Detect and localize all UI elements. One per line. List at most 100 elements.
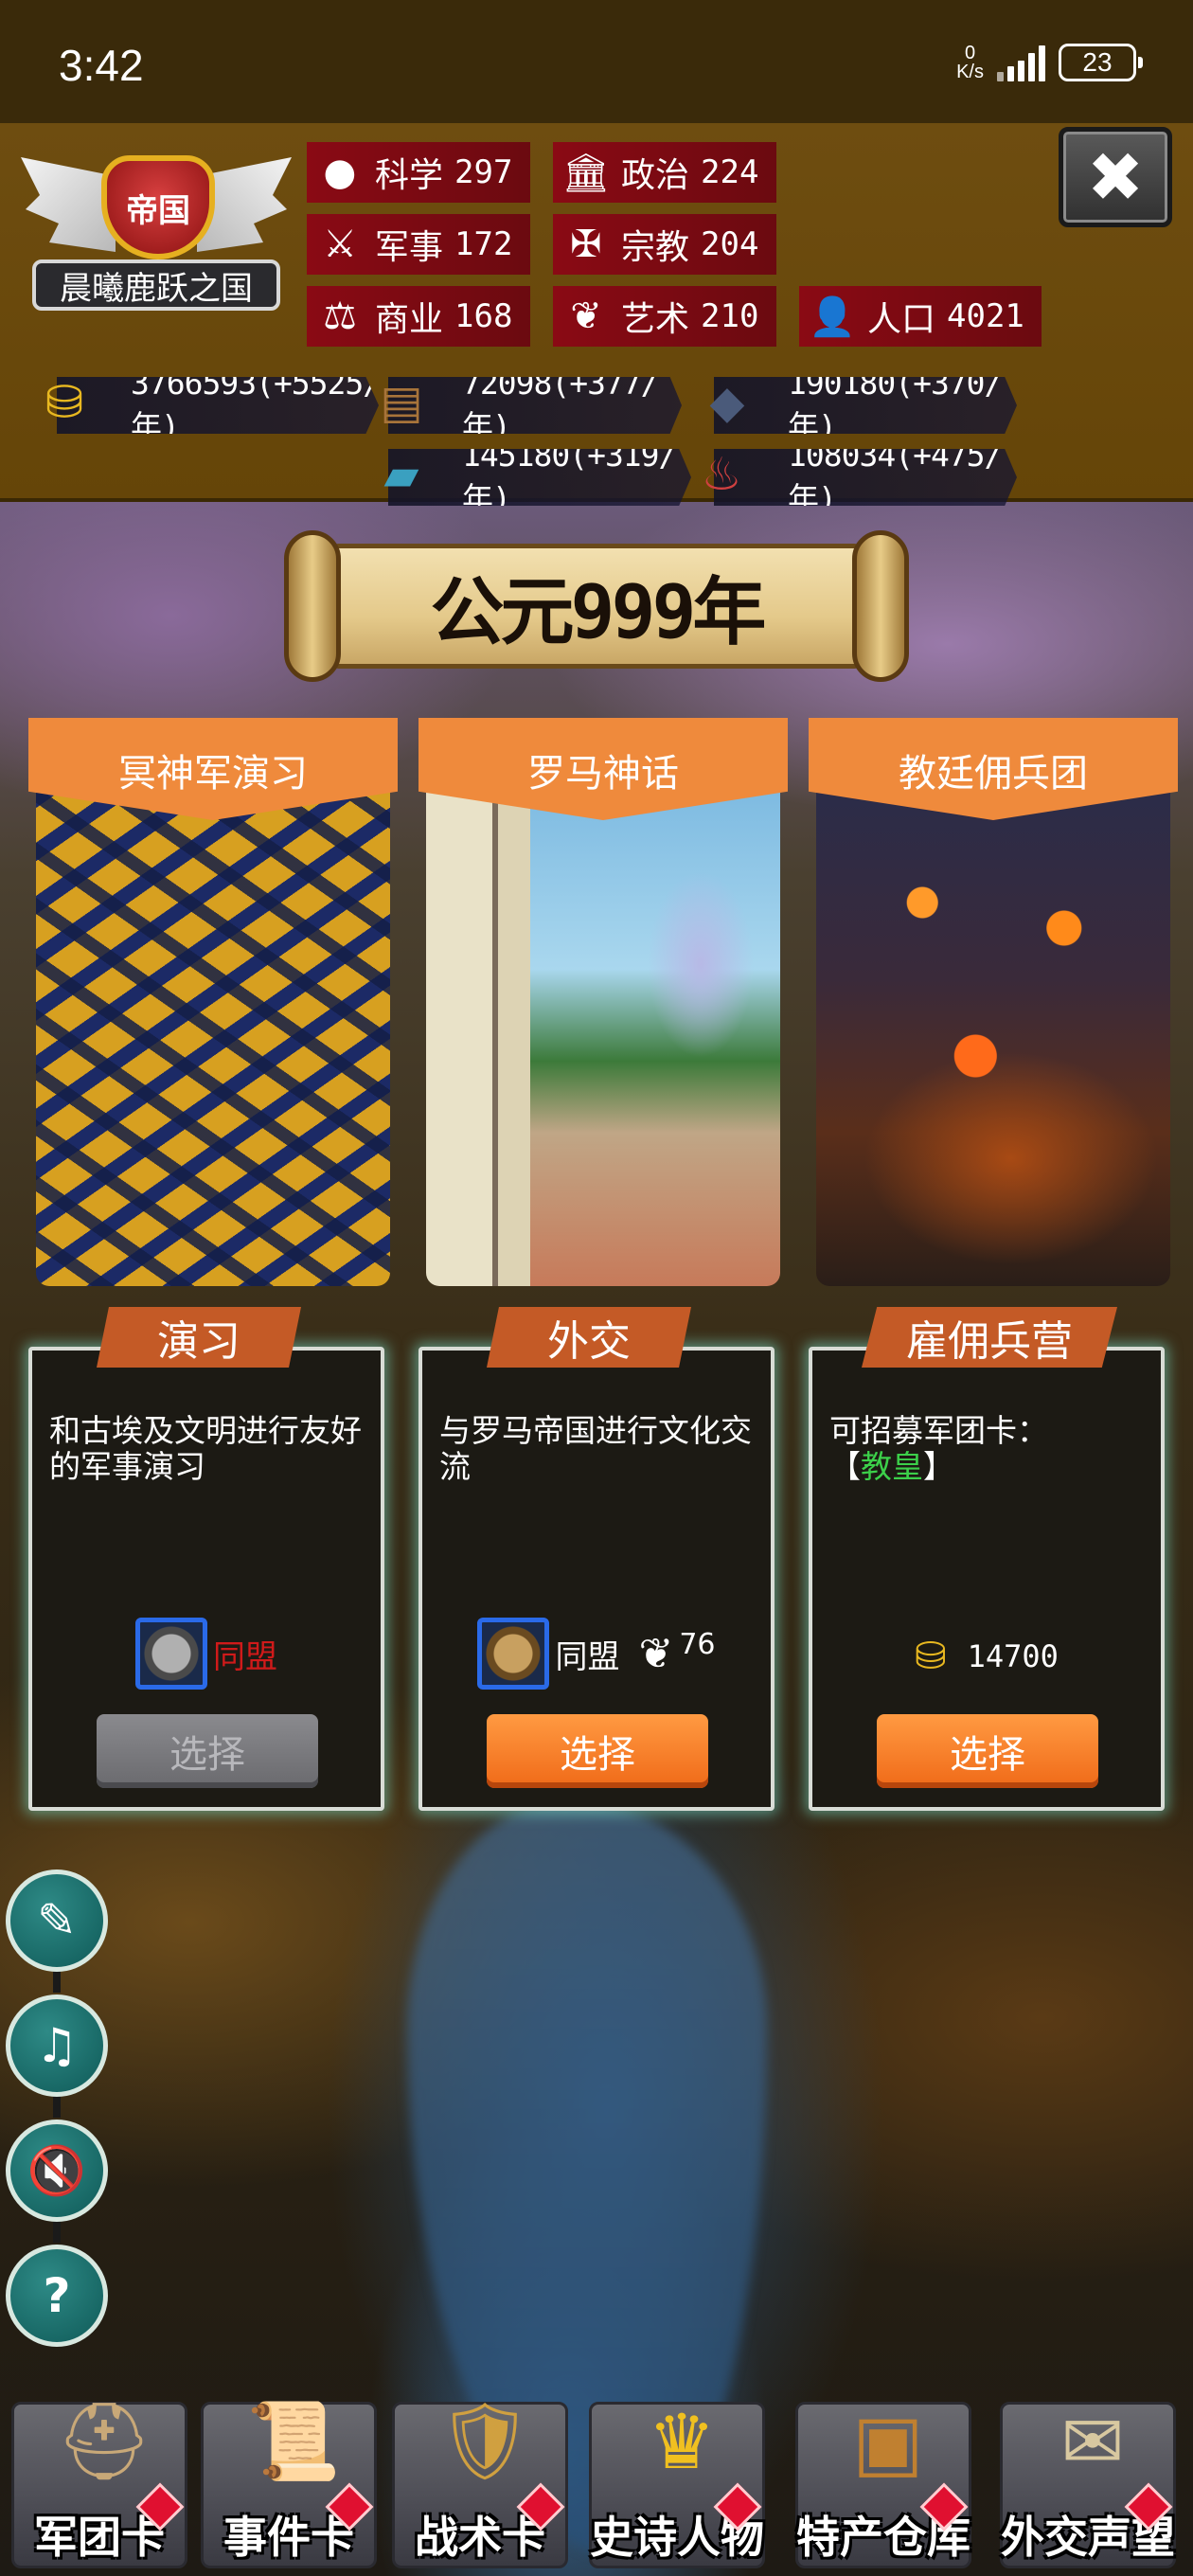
stat-value: 204 [701,225,759,263]
select-button[interactable]: 选择 [487,1714,708,1788]
empire-emblem[interactable]: 帝国 晨曦鹿跃之国 [21,138,292,318]
card-art-legion [36,775,390,1286]
status-time: 3:42 [59,41,144,90]
stat-value: 168 [454,297,513,335]
card-body: 与罗马帝国进行文化交流 同盟 ❦ 76 选择 [418,1347,775,1811]
card-body: 可招募军团卡： 【教皇】 ⛁ 14700 选择 [809,1347,1165,1811]
nav-event-cards[interactable]: 📜 事件卡 [201,2397,377,2568]
government-building-icon: 🏛 [561,151,611,195]
gold-coins-icon: ⛁ [45,376,84,429]
art-cost-value: 76 [679,1627,716,1661]
network-speed: 0 K/s [956,44,984,81]
card-requirement: 同盟 [32,1618,381,1690]
resource-gold[interactable]: 3766593(+5525/年) [57,377,379,434]
close-button[interactable]: ✖ [1059,127,1172,227]
stat-label: 人口 [867,300,936,339]
stat-value: 297 [454,153,513,191]
nav-diplomatic-reputation[interactable]: ✉ 外交声望 [1000,2398,1176,2568]
card-requirement: 同盟 ❦ 76 [422,1618,771,1690]
card-category-tab: 外交 [487,1307,691,1368]
planet-icon: ● [323,151,357,194]
resource-wood-value: 72098(+377/年) [462,364,660,445]
nav-specialty-warehouse[interactable]: ▣ 特产仓库 [795,2398,971,2568]
chain-link [53,2097,61,2118]
nav-tactic-cards[interactable]: 🛡 战术卡 [392,2397,568,2568]
resource-gold-value: 3766593(+5525/年) [131,364,382,445]
sound-toggle-button[interactable]: 🔇 [6,2120,108,2222]
stat-label: 艺术 [621,300,690,339]
chain-link [53,2222,61,2243]
stat-art[interactable]: ❦ 艺术 210 [553,286,776,347]
music-toggle-button[interactable]: ♫ [6,1995,108,2097]
stat-value: 172 [454,225,513,263]
stat-label: 政治 [621,156,690,195]
alliance-emblem-icon [135,1618,207,1690]
chain-link [53,1972,61,1993]
nav-epic-characters[interactable]: ♛ 史诗人物 [589,2398,765,2568]
card-description-text: 可招募军团卡： [829,1412,1048,1449]
card-art-roman-statue [426,775,780,1286]
shield-swords-icon: 🛡 [436,2397,533,2485]
scroll-roll-left [284,530,341,682]
battery-icon: 23 [1059,44,1143,81]
nav-legion-cards[interactable]: ⛑ 军团卡 [11,2397,187,2568]
gold-cost-value: 14700 [967,1638,1059,1674]
document-sign-button[interactable]: ✎ [6,1869,108,1972]
stat-population[interactable]: 👤 人口 4021 [799,286,1042,347]
card-cost: ⛁ 14700 [812,1635,1161,1678]
music-off-icon: ♫ [35,2018,79,2073]
bottom-navigation: ⛑ 军团卡 📜 事件卡 🛡 战术卡 ♛ 史诗人物 ▣ 特产仓库 ✉ 外交声望 [0,2387,1193,2576]
requirement-label: 同盟 [555,1637,620,1676]
year-banner: 公元999年 [284,530,909,682]
envelope-icon: ✉ [1060,2397,1125,2486]
helmet-icon: ⛑ [56,2397,152,2485]
gold-coins-icon: ⛁ [915,1635,947,1678]
card-body: 和古埃及文明进行友好的军事演习 同盟 选择 [28,1347,384,1811]
empire-name: 晨曦鹿跃之国 [32,259,280,311]
recruitable-card-name: 教皇 [861,1448,923,1485]
help-button[interactable]: ? [6,2245,108,2347]
stat-religion[interactable]: ✠ 宗教 204 [553,214,776,275]
battery-level: 23 [1082,47,1113,77]
lotus-icon: ❦ [570,295,602,338]
treasure-chest-icon: ▣ [852,2397,924,2486]
stat-label: 科学 [375,156,444,195]
meat-icon: ♨ [701,448,742,501]
network-speed-value: 0 [964,43,976,63]
card-description: 可招募军团卡： 【教皇】 [829,1413,1151,1485]
stat-label: 商业 [375,300,444,339]
wood-logs-icon: ▤ [380,376,423,429]
iron-ingot-icon: ▰ [383,448,419,501]
status-indicators: 0 K/s 23 [956,44,1143,81]
resource-stone-value: 190180(+370/年) [788,364,1003,445]
bracket-open: 【 [829,1448,861,1485]
select-button[interactable]: 选择 [877,1714,1098,1788]
stat-commerce[interactable]: ⚖ 商业 168 [307,286,530,347]
sound-off-icon: 🔇 [27,2142,87,2198]
resource-header: 帝国 晨曦鹿跃之国 ● 科学 297 🏛 政治 224 ⚔ 军事 172 ✠ 宗… [0,123,1193,506]
crossed-swords-icon: ⚔ [323,223,357,266]
alliance-emblem-icon [477,1618,550,1690]
stat-politics[interactable]: 🏛 政治 224 [553,142,776,203]
card-category-tab: 演习 [97,1307,301,1368]
stone-ore-icon: ◆ [709,376,745,429]
scroll-banner: 公元999年 [331,544,862,669]
status-bar: 3:42 0 K/s 23 [0,0,1193,123]
stat-science[interactable]: ● 科学 297 [307,142,530,203]
bracket-close: 】 [923,1448,954,1485]
resource-food[interactable]: 108034(+475/年) [714,449,1017,506]
cross-icon: ✠ [570,223,602,266]
card-description: 和古埃及文明进行友好的军事演习 [49,1412,362,1485]
stat-label: 宗教 [621,228,690,267]
select-button-disabled[interactable]: 选择 [97,1714,318,1788]
stat-military[interactable]: ⚔ 军事 172 [307,214,530,275]
close-icon: ✖ [1086,137,1145,217]
card-description: 与罗马帝国进行文化交流 [439,1412,752,1485]
card-art-mercenary-camp [816,775,1170,1286]
current-year: 公元999年 [430,570,767,655]
crown-icon: ♛ [648,2397,716,2486]
card-category-tab: 雇佣兵营 [862,1307,1117,1368]
stat-value: 224 [701,153,759,191]
stat-value: 210 [701,297,759,335]
requirement-label: 同盟 [213,1637,277,1676]
